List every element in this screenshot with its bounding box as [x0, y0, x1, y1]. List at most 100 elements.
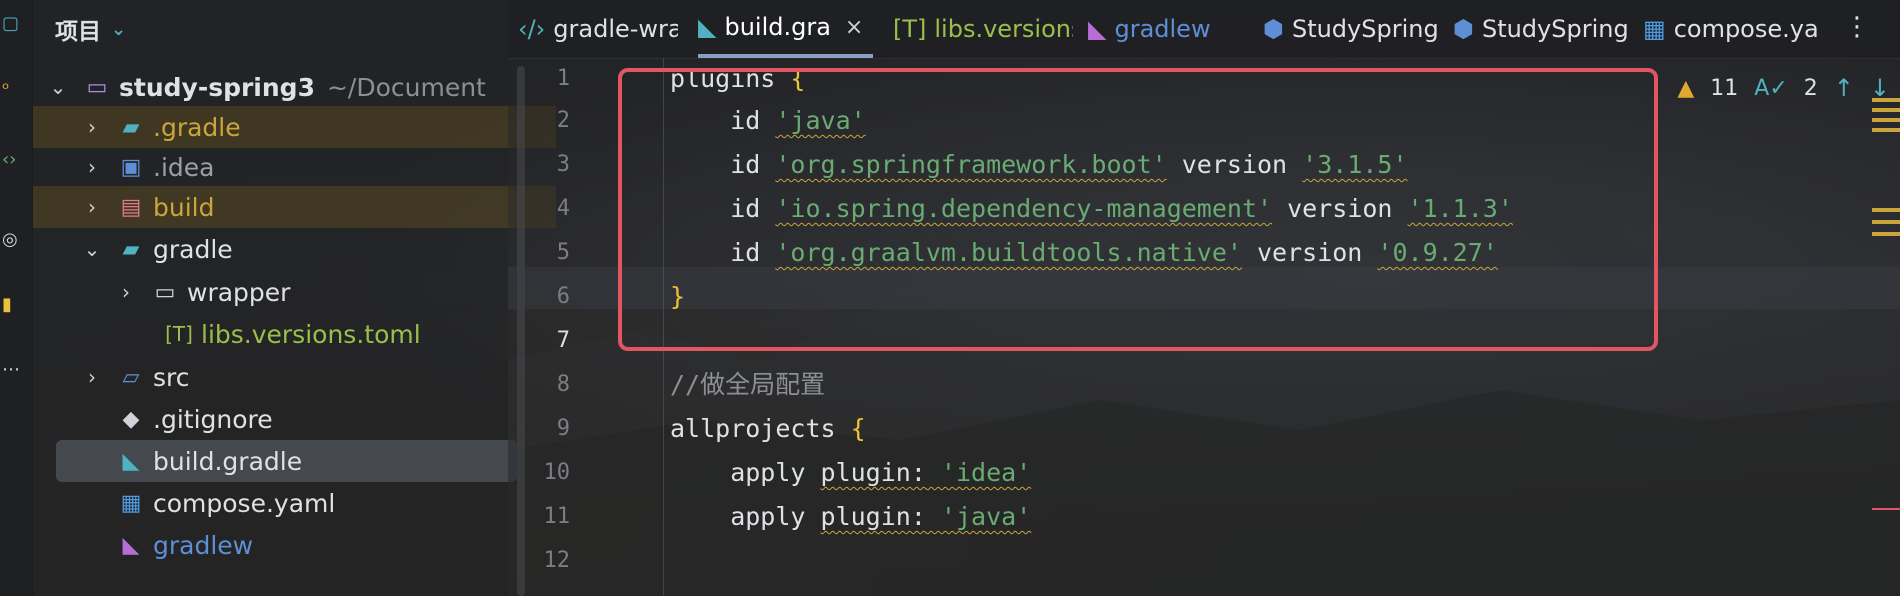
- line-number: 9: [556, 416, 570, 441]
- tree-item-label: src: [153, 362, 190, 392]
- code-icon: ‹/›: [518, 15, 546, 43]
- tab-build-gradle[interactable]: ◣ build.gra ×: [698, 0, 873, 58]
- tab-label: StudySpring: [1291, 15, 1439, 43]
- module-icon: ⬢: [1453, 15, 1474, 43]
- line-number: 11: [543, 504, 571, 529]
- annotation-highlight-box: [618, 68, 1658, 351]
- tree-item-src[interactable]: › ▱ src: [33, 356, 556, 398]
- more-tools-icon[interactable]: ⋯: [2, 360, 20, 380]
- tree-item-label: .idea: [153, 152, 215, 182]
- idea-folder-icon: ▣: [120, 154, 142, 180]
- code-line: allprojects {: [670, 414, 866, 443]
- docker-icon: ▦: [120, 490, 142, 516]
- chevron-right-icon[interactable]: ›: [81, 115, 103, 139]
- tab-label: libs.versions: [934, 15, 1073, 43]
- code-editor[interactable]: 1 2 3 4 5 6 7 8 9 10 11 12 plugins { id …: [508, 58, 1900, 596]
- more-options-icon[interactable]: ⋮: [1844, 12, 1870, 42]
- tool-window-strip: ▢ ᵒ ‹› ◎ ▮ ⋯: [0, 0, 33, 596]
- chevron-right-icon[interactable]: ›: [81, 365, 103, 389]
- editor-tab-bar: ‹/› gradle-wrap ◣ build.gra × [T] libs.v…: [508, 0, 1900, 59]
- line-number: 6: [556, 284, 570, 309]
- tree-item-idea[interactable]: › ▣ .idea: [33, 146, 556, 188]
- tree-item-label: .gradle: [153, 112, 241, 142]
- line-number: 8: [556, 372, 570, 397]
- warning-marker[interactable]: [1872, 108, 1900, 112]
- gradle-folder-icon: ▰: [122, 236, 140, 262]
- tree-item-label: wrapper: [187, 277, 291, 307]
- warning-icon: ▲: [1677, 75, 1695, 101]
- git-icon: ◆: [122, 406, 140, 432]
- chevron-right-icon[interactable]: ›: [81, 155, 103, 179]
- tab-libs-versions[interactable]: [T] libs.versions: [893, 0, 1073, 58]
- tab-label: StudySpring: [1481, 15, 1629, 43]
- line-number: 4: [556, 196, 570, 221]
- inspection-widget[interactable]: ▲ 11 A✓ 2 ↑ ↓: [1677, 74, 1890, 102]
- project-panel-header[interactable]: 项目 ⌄: [55, 12, 126, 46]
- arrow-up-icon[interactable]: ↑: [1834, 74, 1854, 102]
- tab-studyspring-1[interactable]: ⬢ StudySpring: [1263, 0, 1443, 58]
- tree-item-gradle[interactable]: ⌄ ▰ gradle: [33, 228, 556, 270]
- services-tool-icon[interactable]: ◎: [2, 230, 18, 250]
- tree-item-label: .gitignore: [153, 404, 273, 434]
- tree-item-gradle-cache[interactable]: › ▰ .gradle: [33, 106, 556, 148]
- tree-item-label: compose.yaml: [153, 488, 336, 518]
- line-number: 10: [543, 460, 571, 485]
- chevron-right-icon[interactable]: ›: [81, 195, 103, 219]
- warning-marker[interactable]: [1872, 118, 1900, 122]
- gradle-file-icon: ◣: [122, 448, 140, 474]
- source-folder-icon: ▱: [122, 364, 140, 390]
- commit-tool-icon[interactable]: ᵒ: [2, 80, 9, 100]
- chevron-down-icon[interactable]: ⌄: [47, 75, 69, 99]
- tree-item-build-gradle[interactable]: ◣ build.gradle: [56, 440, 517, 482]
- warning-count: 11: [1710, 75, 1739, 101]
- line-number: 2: [556, 108, 570, 133]
- tree-item-label: gradlew: [153, 530, 254, 560]
- line-number: 1: [556, 66, 570, 91]
- code-line: apply plugin: 'java': [670, 502, 1032, 531]
- error-marker[interactable]: [1872, 508, 1900, 510]
- tree-item-label: libs.versions.toml: [201, 319, 421, 349]
- chevron-right-icon[interactable]: ›: [115, 280, 137, 304]
- code-line: apply plugin: 'idea': [670, 458, 1032, 487]
- line-number: 12: [543, 548, 571, 573]
- gradle-file-icon: ◣: [1088, 15, 1107, 43]
- tab-gradlew[interactable]: ◣ gradlew: [1088, 0, 1238, 58]
- toml-file-icon: [T]: [893, 15, 927, 43]
- warning-marker[interactable]: [1872, 98, 1900, 102]
- project-panel-title: 项目: [55, 19, 101, 45]
- project-panel: 项目 ⌄ ⌄ ▭ study-spring3 ~/Document › ▰ .g…: [33, 0, 556, 596]
- tab-studyspring-2[interactable]: ⬢ StudySpring: [1453, 0, 1633, 58]
- warning-marker[interactable]: [1872, 128, 1900, 132]
- tab-label: gradlew: [1114, 15, 1211, 43]
- warning-marker[interactable]: [1872, 220, 1900, 224]
- tab-label: gradle-wrap: [553, 15, 678, 43]
- line-number: 7: [556, 328, 570, 353]
- toml-file-icon: [T]: [165, 322, 193, 346]
- code-tool-icon[interactable]: ‹›: [2, 150, 16, 170]
- tree-item-label: build: [153, 192, 215, 222]
- gradle-file-icon: ◣: [698, 13, 717, 41]
- tab-gradle-wrapper[interactable]: ‹/› gradle-wrap: [518, 0, 678, 58]
- code-line: //做全局配置: [670, 370, 826, 399]
- tree-item-label: study-spring3: [119, 72, 315, 102]
- tab-compose-yaml[interactable]: ▦ compose.ya: [1643, 0, 1828, 58]
- tree-item-wrapper[interactable]: › ▭ wrapper: [33, 271, 590, 313]
- folder-icon: ▭: [86, 74, 108, 100]
- structure-tool-icon[interactable]: ▮: [2, 295, 12, 315]
- tree-item-path-hint: ~/Document: [326, 72, 486, 102]
- warning-marker[interactable]: [1872, 232, 1900, 236]
- tree-item-label: gradle: [153, 234, 233, 264]
- line-number: 5: [556, 240, 570, 265]
- tab-label: compose.ya: [1673, 15, 1819, 43]
- gradle-folder-icon: ▰: [122, 114, 140, 140]
- chevron-down-icon[interactable]: ⌄: [81, 237, 103, 261]
- gradle-file-icon: ◣: [122, 532, 140, 558]
- tree-item-root[interactable]: ⌄ ▭ study-spring3 ~/Document: [33, 66, 522, 108]
- tree-item-build[interactable]: › ▤ build: [33, 186, 556, 228]
- chevron-down-icon[interactable]: ⌄: [111, 19, 126, 40]
- project-tool-icon[interactable]: ▢: [2, 14, 19, 34]
- warning-marker[interactable]: [1872, 208, 1900, 212]
- build-folder-icon: ▤: [120, 194, 142, 220]
- close-icon[interactable]: ×: [845, 15, 863, 40]
- typo-icon: A✓: [1754, 75, 1788, 101]
